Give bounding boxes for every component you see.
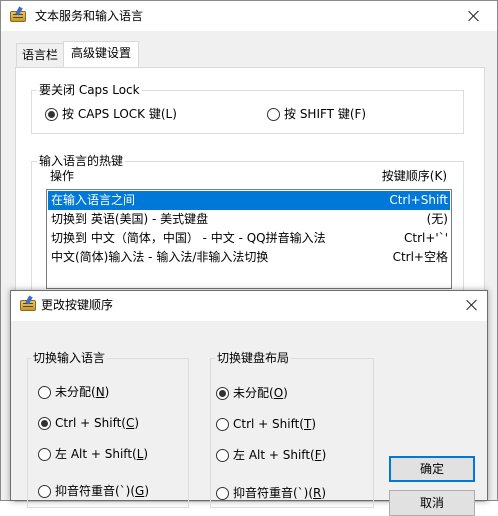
- layout-unassigned-label[interactable]: 未分配(O): [233, 385, 288, 401]
- lang-left-alt-shift-radio[interactable]: [38, 448, 51, 461]
- column-header-key-sequence: 按键顺序(K): [381, 169, 447, 183]
- table-row[interactable]: 切换到 英语(美国) - 美式键盘 (无): [48, 210, 450, 229]
- row-action: 中文(简体)输入法 - 输入法/非输入法切换: [51, 250, 269, 264]
- hotkey-list[interactable]: 在输入语言之间 Ctrl+Shift 切换到 英语(美国) - 美式键盘 (无)…: [46, 189, 452, 289]
- row-keys: Ctrl+空格: [392, 250, 448, 264]
- switch-layout-group-title: 切换键盘布局: [215, 351, 292, 365]
- table-row[interactable]: 在输入语言之间 Ctrl+Shift: [48, 191, 450, 210]
- close-icon[interactable]: [464, 297, 480, 313]
- row-action: 切换到 中文（简体，中国） - 中文 - QQ拼音输入法: [51, 231, 326, 245]
- caps-lock-key-radio[interactable]: [45, 108, 58, 121]
- lang-unassigned-label[interactable]: 未分配(N): [55, 384, 109, 400]
- hotkey-group-title: 输入语言的热键: [37, 154, 126, 168]
- lang-ctrl-shift-label[interactable]: Ctrl + Shift(C): [55, 415, 139, 431]
- layout-ctrl-shift-radio[interactable]: [216, 418, 229, 431]
- column-header-action: 操作: [50, 169, 75, 183]
- tab-language-bar[interactable]: 语言栏: [16, 43, 64, 67]
- table-row[interactable]: 切换到 中文（简体，中国） - 中文 - QQ拼音输入法 Ctrl+'`': [48, 229, 450, 248]
- tab-advanced-key-settings[interactable]: 高级键设置: [63, 41, 139, 67]
- row-keys: (无): [426, 212, 448, 226]
- ok-button[interactable]: 确定: [389, 456, 475, 482]
- shift-key-radio[interactable]: [267, 108, 280, 121]
- layout-grave-accent-radio[interactable]: [216, 487, 229, 500]
- lang-ctrl-shift-radio[interactable]: [38, 417, 51, 430]
- shift-key-label[interactable]: 按 SHIFT 键(F): [284, 106, 366, 122]
- lang-left-alt-shift-label[interactable]: 左 Alt + Shift(L): [55, 446, 148, 462]
- keyboard-pen-icon: [9, 6, 27, 24]
- outer-window-title: 文本服务和输入语言: [35, 9, 144, 23]
- outer-titlebar: 文本服务和输入语言: [1, 1, 497, 31]
- row-keys: Ctrl+'`': [403, 231, 448, 245]
- inner-titlebar: 更改按键顺序: [11, 291, 487, 321]
- caps-lock-key-label[interactable]: 按 CAPS LOCK 键(L): [62, 106, 177, 122]
- row-action: 在输入语言之间: [51, 193, 136, 207]
- layout-unassigned-radio[interactable]: [216, 387, 229, 400]
- layout-left-alt-shift-label[interactable]: 左 Alt + Shift(F): [233, 447, 326, 463]
- lang-grave-accent-label[interactable]: 抑音符重音(`)(G): [55, 483, 149, 499]
- table-row[interactable]: 中文(简体)输入法 - 输入法/非输入法切换 Ctrl+空格: [48, 248, 450, 267]
- close-icon[interactable]: [466, 8, 482, 24]
- keyboard-pen-icon: [19, 295, 37, 313]
- change-key-sequence-dialog: 更改按键顺序 切换输入语言 未分配(N) Ctrl + Shift(C) 左 A…: [10, 290, 488, 516]
- lang-grave-accent-radio[interactable]: [38, 485, 51, 498]
- switch-language-group-title: 切换输入语言: [31, 351, 108, 365]
- layout-grave-accent-label[interactable]: 抑音符重音(`)(R): [233, 485, 326, 501]
- dialog-title: 更改按键顺序: [41, 298, 114, 312]
- row-keys: Ctrl+Shift: [389, 193, 448, 207]
- layout-ctrl-shift-label[interactable]: Ctrl + Shift(T): [233, 416, 316, 432]
- layout-left-alt-shift-radio[interactable]: [216, 449, 229, 462]
- cancel-button[interactable]: 取消: [389, 490, 475, 516]
- row-action: 切换到 英语(美国) - 美式键盘: [51, 212, 209, 226]
- caps-lock-group-title: 要关闭 Caps Lock: [37, 83, 142, 97]
- lang-unassigned-radio[interactable]: [38, 386, 51, 399]
